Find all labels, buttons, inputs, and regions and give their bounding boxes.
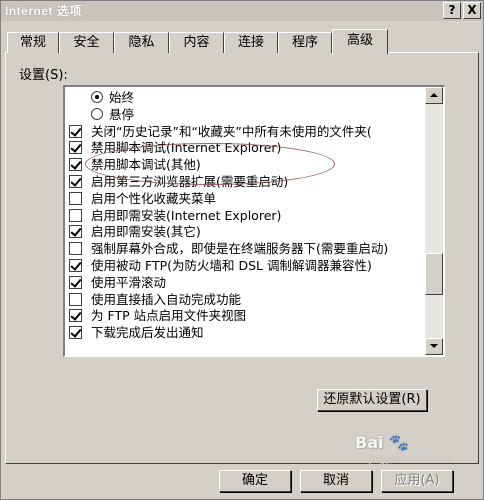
radio-button[interactable] — [91, 107, 103, 120]
radio-button[interactable] — [91, 91, 103, 103]
checkbox[interactable] — [69, 158, 82, 172]
setting-label: 使用平滑滚动 — [91, 274, 167, 290]
title-bar: Internet 选项 ? X — [1, 1, 483, 21]
tab-programs[interactable]: 程序 — [278, 32, 332, 53]
setting-label: 强制屏幕外合成，即使是在终端服务器下(需要重启动) — [91, 241, 389, 257]
help-button[interactable]: ? — [443, 2, 461, 19]
setting-label: 禁用脚本调试(其他) — [91, 157, 201, 173]
setting-label: 启用第三方浏览器扩展(需要重启动) — [91, 174, 289, 189]
checkbox[interactable] — [69, 259, 82, 272]
setting-label: 启用即需安装(其它) — [91, 224, 201, 240]
checkbox[interactable] — [69, 275, 82, 289]
setting-label: 禁用脚本调试(Internet Explorer) — [91, 140, 282, 156]
tab-content[interactable]: 内容 — [169, 32, 224, 53]
scroll-thumb[interactable] — [425, 253, 443, 295]
ok-button[interactable]: 确定 — [219, 470, 291, 492]
checkbox[interactable] — [69, 141, 82, 155]
settings-list[interactable]: 始终 悬停 关闭“历史记录”和“收藏夹”中所有未使用的文件夹(禁用脚本调试(Inte… — [63, 85, 445, 357]
scroll-down-button[interactable] — [425, 338, 443, 355]
setting-label: 启用个性化收藏夹菜单 — [91, 190, 217, 206]
apply-button[interactable]: 应用(A) — [381, 470, 453, 492]
checkbox[interactable] — [69, 242, 82, 256]
checkbox[interactable] — [69, 208, 82, 222]
close-button[interactable]: X — [463, 2, 481, 19]
setting-label: 下载完成后发出通知 — [91, 325, 204, 341]
restore-defaults-button[interactable]: 还原默认设置(R) — [317, 389, 427, 411]
setting-label: 始终 — [109, 90, 135, 105]
tab-advanced[interactable]: 高级 — [332, 29, 388, 54]
checkbox[interactable] — [69, 326, 82, 340]
settings-scrollbar[interactable] — [425, 87, 443, 355]
arrow-up-icon — [430, 93, 438, 97]
checkbox[interactable] — [69, 292, 82, 306]
tab-connections[interactable]: 连接 — [224, 32, 278, 53]
tab-general[interactable]: 常规 — [7, 32, 59, 53]
internet-options-dialog: Internet 选项 ? X 常规 安全 隐私 内容 连接 程序 高级 设置(… — [0, 0, 484, 500]
settings-label: 设置(S): — [19, 68, 68, 83]
arrow-down-icon — [430, 344, 438, 348]
setting-label: 悬停 — [109, 106, 135, 122]
checkbox[interactable] — [69, 191, 82, 205]
checkbox[interactable] — [69, 124, 82, 138]
tab-security[interactable]: 安全 — [59, 32, 114, 53]
setting-label: 使用被动 FTP(为防火墙和 DSL 调制解调器兼容性) — [91, 258, 372, 273]
cancel-button[interactable]: 取消 — [300, 470, 372, 492]
window-title: Internet 选项 — [5, 4, 82, 18]
checkbox[interactable] — [69, 225, 82, 239]
checkbox[interactable] — [69, 175, 82, 188]
setting-label: 关闭“历史记录”和“收藏夹”中所有未使用的文件夹( — [91, 123, 372, 139]
tab-strip: 常规 安全 隐私 内容 连接 程序 高级 — [1, 29, 484, 54]
setting-label: 使用直接插入自动完成功能 — [91, 291, 242, 307]
setting-label: 启用即需安装(Internet Explorer) — [91, 207, 282, 223]
checkbox[interactable] — [69, 309, 82, 323]
scroll-up-button[interactable] — [425, 87, 443, 104]
tab-privacy[interactable]: 隐私 — [114, 32, 169, 53]
setting-label: 为 FTP 站点启用文件夹视图 — [91, 308, 247, 324]
